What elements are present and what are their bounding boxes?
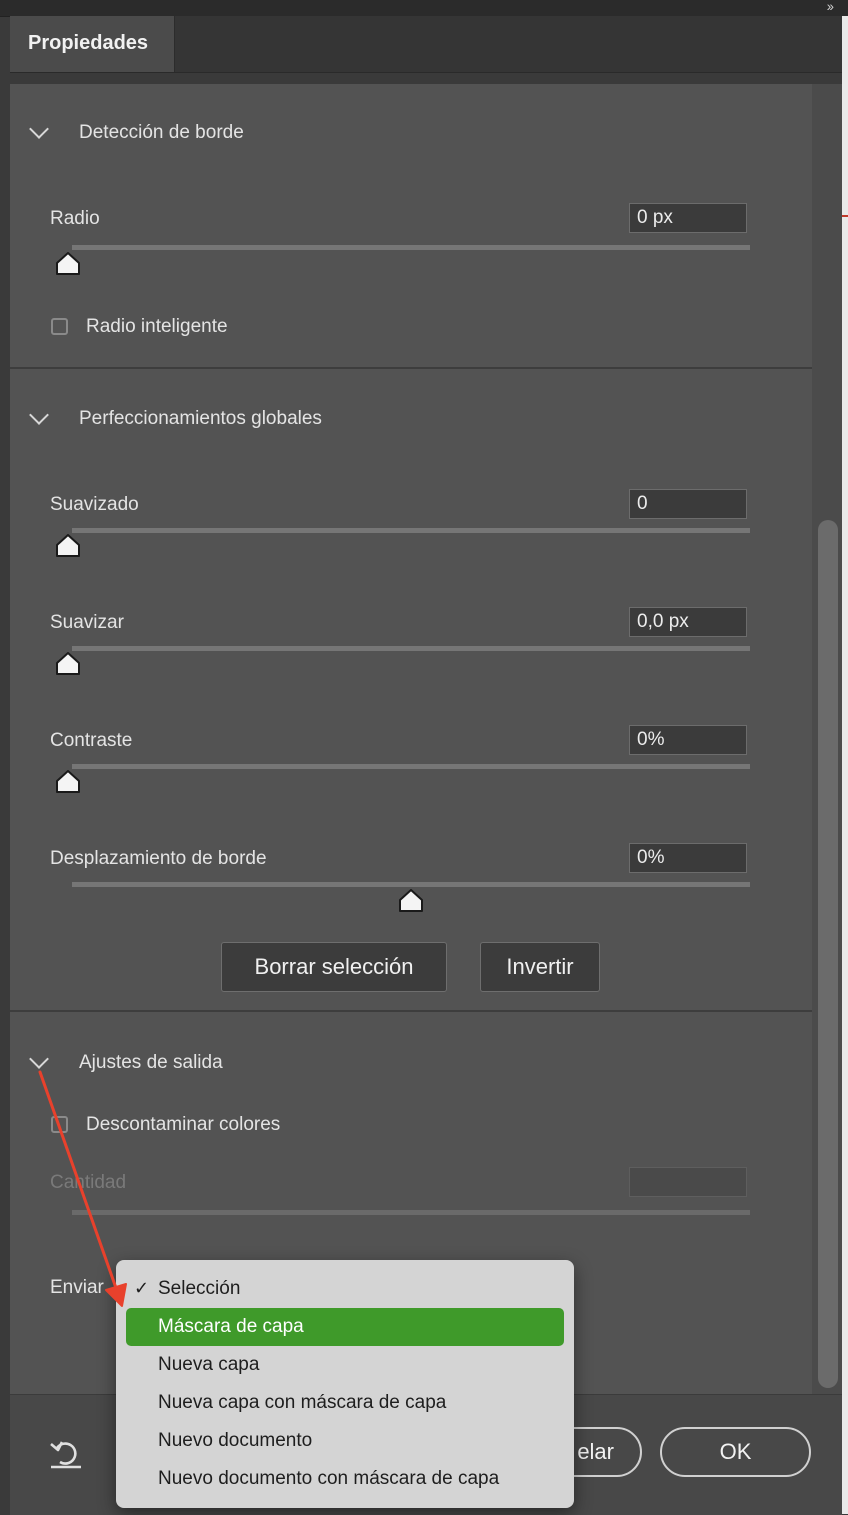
section-divider [10, 367, 812, 369]
shift-edge-label: Desplazamiento de borde [50, 848, 267, 869]
ok-button[interactable]: OK [660, 1427, 811, 1477]
contrast-field[interactable]: 0% [629, 725, 747, 755]
smart-radius-checkbox[interactable] [51, 318, 68, 335]
radius-label: Radio [50, 208, 100, 229]
invert-button[interactable]: Invertir [480, 942, 600, 992]
amount-field [629, 1167, 747, 1197]
collapse-panel-icon[interactable]: ›› [827, 0, 834, 14]
menu-item-new-layer-with-mask[interactable]: Nueva capa con máscara de capa [126, 1384, 564, 1422]
shift-edge-slider-thumb[interactable] [398, 889, 424, 913]
section-title-edge-detection[interactable]: Detección de borde [79, 122, 244, 144]
decontaminate-label[interactable]: Descontaminar colores [86, 1114, 280, 1136]
contrast-slider-thumb[interactable] [55, 770, 81, 794]
smart-radius-label[interactable]: Radio inteligente [86, 316, 228, 338]
top-strip [0, 0, 848, 17]
shift-edge-slider-track[interactable] [72, 882, 750, 887]
menu-item-new-layer[interactable]: Nueva capa [126, 1346, 564, 1384]
radius-field[interactable]: 0 px [629, 203, 747, 233]
scrollbar-thumb[interactable] [818, 520, 838, 1388]
amount-slider-track [72, 1210, 750, 1215]
radius-slider-track[interactable] [72, 245, 750, 250]
menu-item-new-document-with-mask[interactable]: Nuevo documento con máscara de capa [126, 1460, 564, 1498]
smooth-slider-thumb[interactable] [55, 534, 81, 558]
output-to-label: Enviar [50, 1277, 104, 1298]
radius-slider-thumb[interactable] [55, 252, 81, 276]
document-edge-line [842, 215, 848, 217]
feather-label: Suavizar [50, 612, 124, 633]
menu-item-new-document[interactable]: Nuevo documento [126, 1422, 564, 1460]
contrast-slider-track[interactable] [72, 764, 750, 769]
section-title-output-settings[interactable]: Ajustes de salida [79, 1052, 223, 1074]
document-edge [842, 16, 848, 1514]
reset-icon[interactable] [48, 1436, 84, 1470]
feather-slider-track[interactable] [72, 646, 750, 651]
contrast-label: Contraste [50, 730, 133, 751]
shift-edge-field[interactable]: 0% [629, 843, 747, 873]
menu-item-selection[interactable]: Selección [126, 1270, 564, 1308]
section-title-global-refinements[interactable]: Perfeccionamientos globales [79, 408, 322, 430]
smooth-label: Suavizado [50, 494, 139, 515]
menu-item-layer-mask[interactable]: Máscara de capa [126, 1308, 564, 1346]
feather-field[interactable]: 0,0 px [629, 607, 747, 637]
clear-selection-button[interactable]: Borrar selección [221, 942, 447, 992]
tab-properties-label: Propiedades [28, 32, 149, 54]
smooth-slider-track[interactable] [72, 528, 750, 533]
feather-slider-thumb[interactable] [55, 652, 81, 676]
section-divider [10, 1010, 812, 1012]
amount-label: Cantidad [50, 1172, 127, 1193]
smooth-field[interactable]: 0 [629, 489, 747, 519]
decontaminate-checkbox[interactable] [51, 1116, 68, 1133]
